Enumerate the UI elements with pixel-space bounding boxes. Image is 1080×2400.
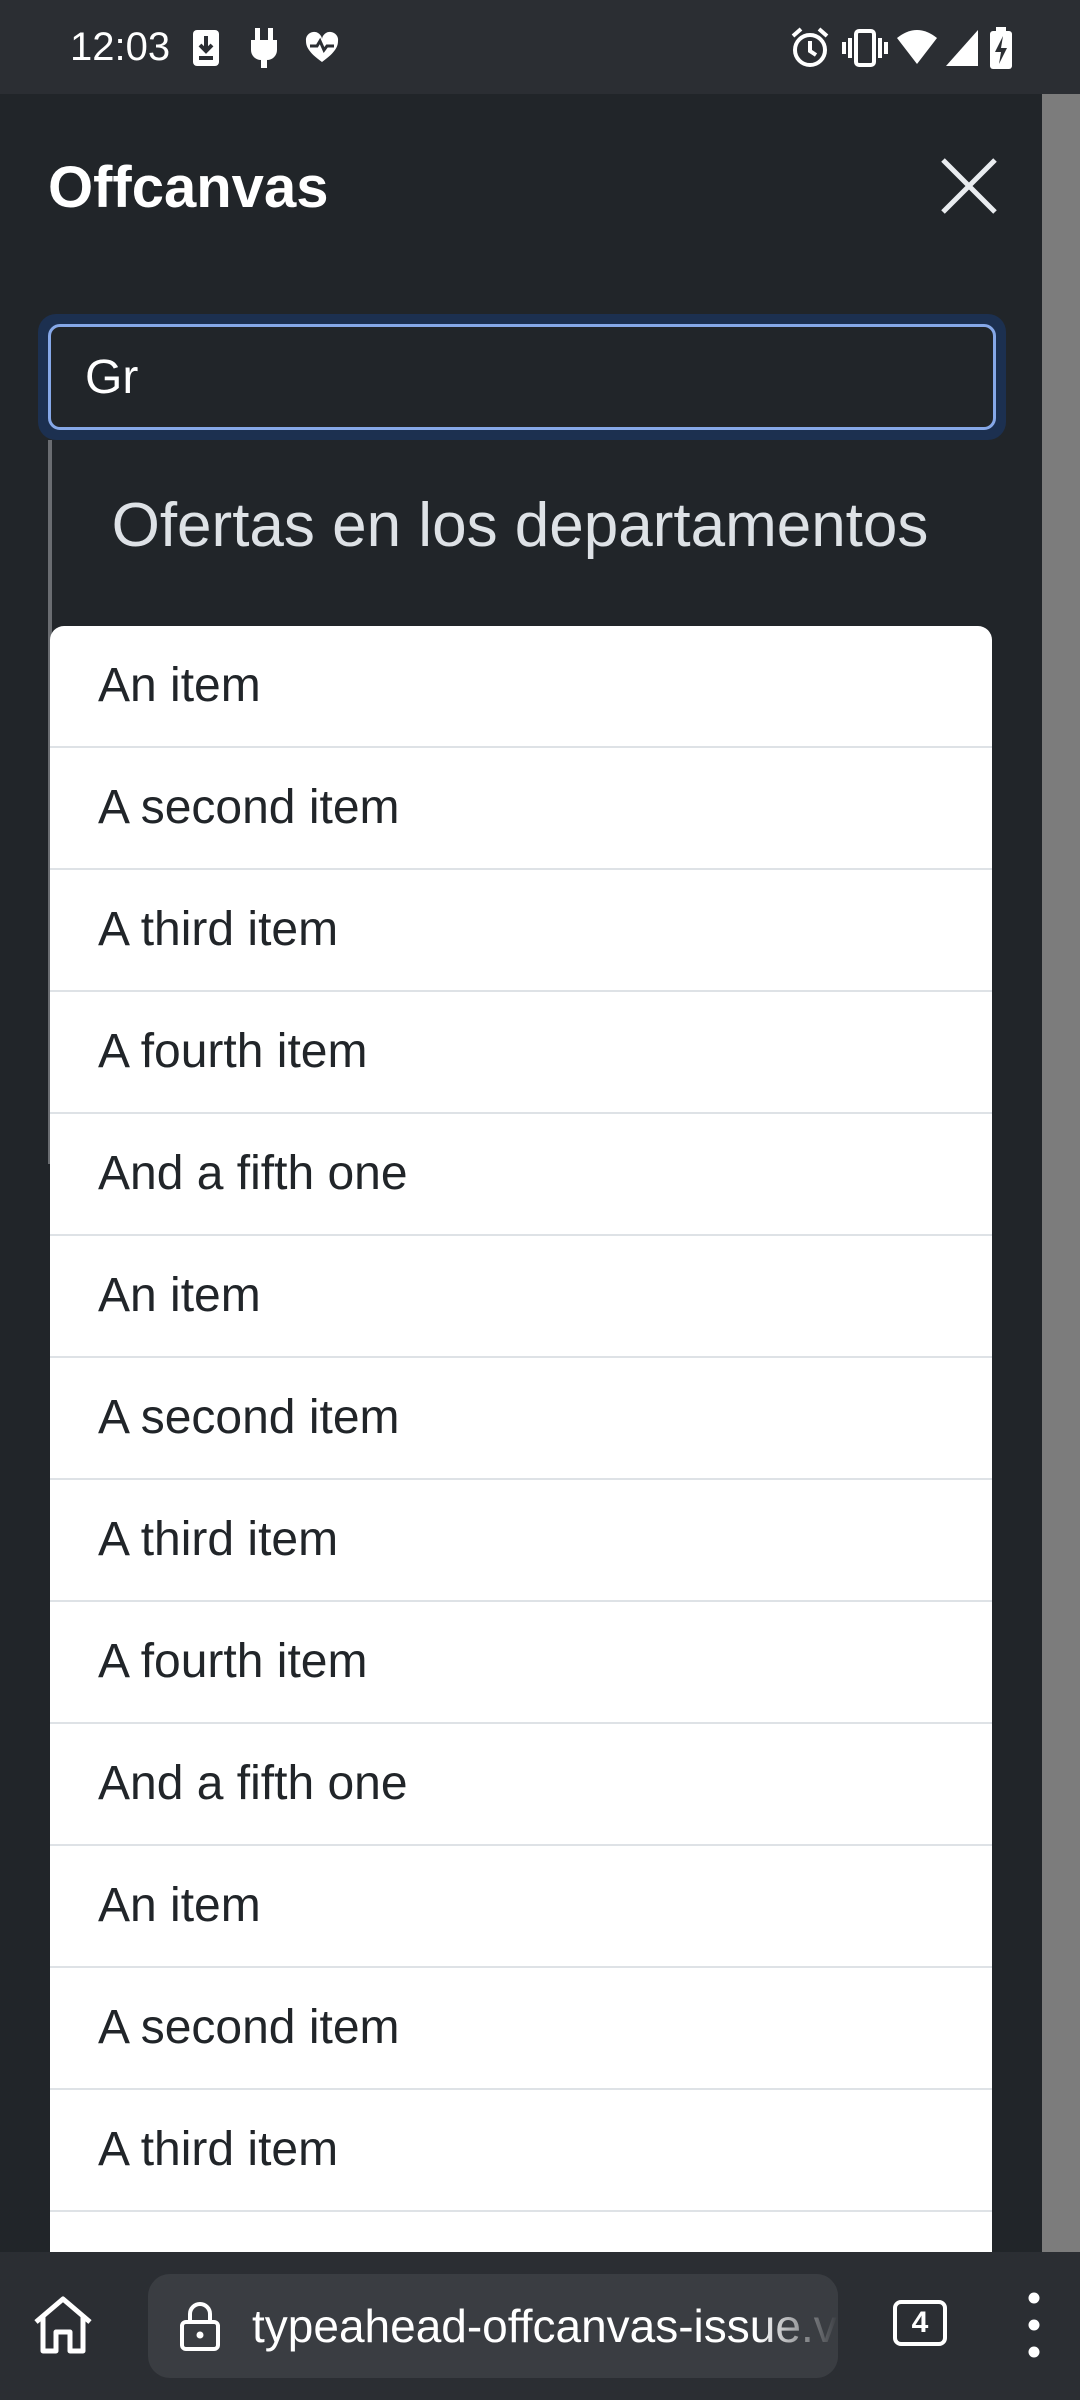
list-item[interactable]: A second item (50, 1968, 992, 2090)
signal-icon (946, 30, 978, 66)
typeahead-list: An item A second item A third item A fou… (50, 626, 992, 2252)
vibrate-icon (842, 29, 888, 67)
list-item[interactable]: An item (50, 1846, 992, 1968)
list-item[interactable]: An item (50, 1236, 992, 1358)
list-item[interactable]: A second item (50, 1358, 992, 1480)
list-item[interactable]: A fourth item (50, 1602, 992, 1724)
url-bar[interactable]: typeahead-offcanvas-issue.ve (148, 2274, 838, 2378)
close-icon[interactable] (935, 152, 1003, 220)
list-item[interactable]: A second item (50, 748, 992, 870)
status-bar: 12:03 (0, 0, 1080, 94)
list-item[interactable] (50, 2212, 992, 2252)
plug-icon (251, 28, 277, 68)
download-icon (193, 30, 219, 66)
list-item[interactable]: A third item (50, 870, 992, 992)
search-focus-ring (38, 314, 1006, 440)
wifi-icon (897, 30, 937, 64)
offcanvas-backdrop[interactable] (1042, 94, 1080, 2252)
url-fade (758, 2274, 838, 2378)
heart-icon (305, 31, 339, 62)
search-input[interactable] (48, 324, 996, 430)
more-vert-icon[interactable] (1018, 2288, 1050, 2362)
tab-switcher-button[interactable]: 4 (893, 2300, 947, 2346)
list-item[interactable]: A third item (50, 2090, 992, 2212)
url-text: typeahead-offcanvas-issue.ve (252, 2300, 838, 2352)
status-time: 12:03 (70, 25, 171, 69)
list-item[interactable]: A fourth item (50, 992, 992, 1114)
list-item[interactable]: And a fifth one (50, 1724, 992, 1846)
list-item[interactable]: A third item (50, 1480, 992, 1602)
lock-icon (180, 2302, 220, 2351)
department-heading: Ofertas en los departamentos (111, 491, 929, 560)
offcanvas-title: Offcanvas (48, 155, 329, 220)
home-icon[interactable] (30, 2292, 96, 2358)
browser-bottom-bar: typeahead-offcanvas-issue.ve 4 (0, 2252, 1080, 2400)
battery-charging-icon (990, 27, 1012, 69)
list-item[interactable]: An item (50, 626, 992, 748)
list-item[interactable]: And a fifth one (50, 1114, 992, 1236)
offcanvas-panel: Offcanvas Ofertas en los departamentos A… (0, 94, 1042, 2252)
alarm-icon (791, 27, 829, 67)
